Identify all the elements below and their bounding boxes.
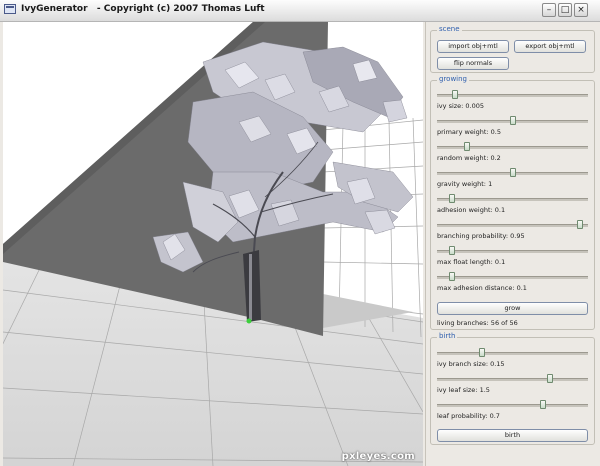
slider-thumb[interactable] — [577, 220, 584, 229]
growing-slider-label-7: max adhesion distance: 0.1 — [437, 284, 527, 292]
birth-slider-0[interactable] — [437, 348, 588, 357]
scene-render — [3, 22, 423, 466]
slider-thumb[interactable] — [452, 90, 459, 99]
growing-slider-2[interactable] — [437, 142, 588, 151]
slider-track[interactable] — [437, 224, 588, 227]
slider-thumb[interactable] — [464, 142, 471, 151]
grow-button[interactable]: grow — [437, 302, 588, 315]
slider-track[interactable] — [437, 276, 588, 279]
growing-slider-5[interactable] — [437, 220, 588, 229]
minimize-button[interactable]: – — [542, 3, 556, 17]
slider-track[interactable] — [437, 378, 588, 381]
growing-slider-4[interactable] — [437, 194, 588, 203]
slider-thumb[interactable] — [509, 116, 516, 125]
growing-slider-label-6: max float length: 0.1 — [437, 258, 506, 266]
slider-thumb[interactable] — [449, 272, 456, 281]
slider-thumb[interactable] — [509, 168, 516, 177]
window-title: IvyGenerator - Copyright (c) 2007 Thomas… — [21, 4, 265, 14]
growing-group: growing ivy size: 0.005 primary weight: 0… — [430, 75, 595, 330]
growing-slider-label-4: adhesion weight: 0.1 — [437, 206, 506, 214]
seed-marker — [246, 318, 252, 324]
slider-track[interactable] — [437, 146, 588, 149]
slider-track[interactable] — [437, 198, 588, 201]
slider-track[interactable] — [437, 352, 588, 355]
slider-thumb[interactable] — [449, 194, 456, 203]
slider-thumb[interactable] — [479, 348, 486, 357]
slider-track[interactable] — [437, 94, 588, 97]
growing-slider-label-3: gravity weight: 1 — [437, 180, 493, 188]
growing-slider-1[interactable] — [437, 116, 588, 125]
slider-track[interactable] — [437, 404, 588, 407]
app-icon — [4, 4, 16, 14]
growing-slider-label-1: primary weight: 0.5 — [437, 128, 502, 136]
birth-slider-label-2: leaf probability: 0.7 — [437, 412, 500, 420]
birth-slider-1[interactable] — [437, 374, 588, 383]
import-obj-button[interactable]: import obj+mtl — [437, 40, 509, 53]
slider-thumb[interactable] — [539, 400, 546, 409]
growing-slider-label-2: random weight: 0.2 — [437, 154, 501, 162]
birth-button[interactable]: birth — [437, 429, 588, 442]
growing-slider-6[interactable] — [437, 246, 588, 255]
birth-slider-label-1: ivy leaf size: 1.5 — [437, 386, 490, 394]
growing-group-title: growing — [437, 75, 469, 84]
birth-group-title: birth — [437, 332, 458, 341]
flip-normals-button[interactable]: flip normals — [437, 57, 509, 70]
slider-thumb[interactable] — [449, 246, 456, 255]
growing-slider-0[interactable] — [437, 90, 588, 99]
close-button[interactable]: × — [574, 3, 588, 17]
ivy-generator-window: IvyGenerator - Copyright (c) 2007 Thomas… — [0, 0, 600, 466]
3d-viewport[interactable]: pxleyes.com — [3, 22, 423, 466]
birth-slider-2[interactable] — [437, 400, 588, 409]
scene-group: scene import obj+mtl export obj+mtl flip… — [430, 25, 595, 73]
watermark: pxleyes.com — [341, 451, 415, 462]
birth-slider-label-0: ivy branch size: 0.15 — [437, 360, 505, 368]
scene-group-title: scene — [437, 25, 462, 34]
maximize-button[interactable]: □ — [558, 3, 572, 17]
growing-slider-label-5: branching probability: 0.95 — [437, 232, 525, 240]
growing-slider-label-0: ivy size: 0.005 — [437, 102, 485, 110]
slider-track[interactable] — [437, 250, 588, 253]
slider-thumb[interactable] — [547, 374, 554, 383]
living-branches-status: living branches: 56 of 56 — [437, 319, 518, 327]
growing-slider-3[interactable] — [437, 168, 588, 177]
birth-group: birth ivy branch size: 0.15 ivy leaf size… — [430, 332, 595, 445]
title-bar[interactable]: IvyGenerator - Copyright (c) 2007 Thomas… — [0, 0, 600, 22]
export-obj-button[interactable]: export obj+mtl — [514, 40, 586, 53]
control-panel: scene import obj+mtl export obj+mtl flip… — [425, 22, 600, 466]
growing-slider-7[interactable] — [437, 272, 588, 281]
